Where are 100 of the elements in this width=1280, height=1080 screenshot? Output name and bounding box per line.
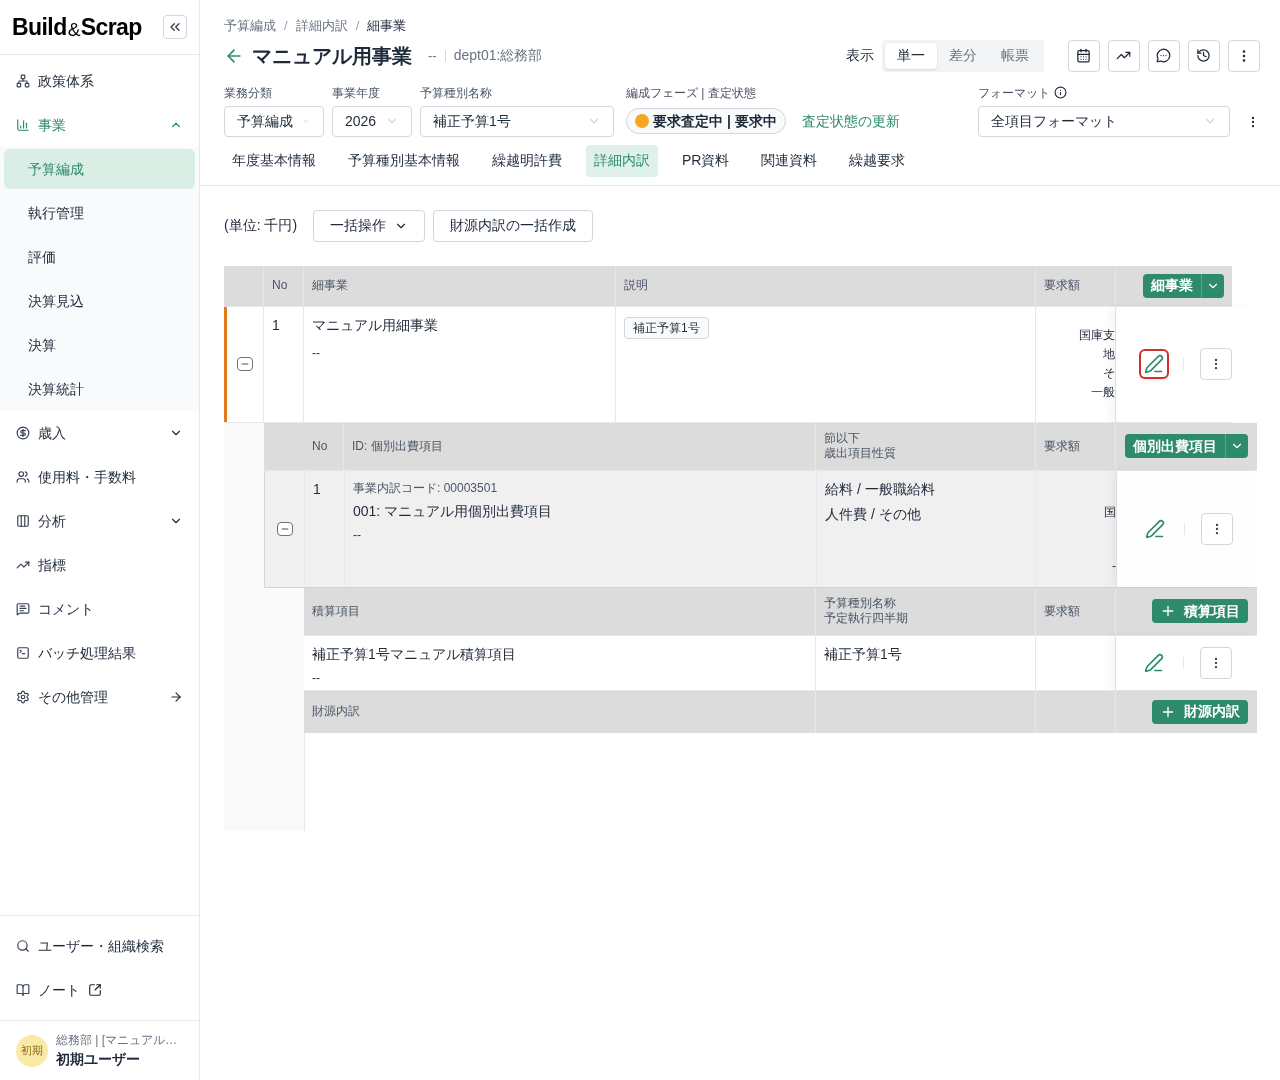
budget-tag: 補正予算1号 <box>624 316 709 339</box>
chat-icon <box>16 602 30 616</box>
plus-icon <box>1160 603 1176 619</box>
tab[interactable]: 繰越要求 <box>841 144 914 177</box>
select-field[interactable]: 2026 <box>332 105 412 137</box>
field-label: フォーマット <box>977 84 1050 102</box>
table-cell-text: -- <box>312 669 321 687</box>
nav-item[interactable]: コメント <box>0 587 199 631</box>
nav-item[interactable]: ユーザー・組織検索 <box>0 924 199 968</box>
select-field[interactable]: 全項目フォーマット <box>977 105 1230 137</box>
collapse-toggle[interactable] <box>237 357 253 371</box>
collapse-button[interactable] <box>163 15 187 39</box>
column-header: 予算種別名称 <box>824 596 897 611</box>
trend-button[interactable] <box>1107 39 1140 72</box>
nav-subitem[interactable]: 決算統計 <box>4 369 195 409</box>
column-header: ID: 個別出費項目 <box>344 422 816 470</box>
column-header: 要求額 <box>1036 265 1116 306</box>
nav-item[interactable]: 指標 <box>0 543 199 587</box>
table-cell-text: -- <box>353 526 362 544</box>
logo: Build&Scrap <box>12 12 142 42</box>
table-cell: 補正予算1号 <box>816 635 1036 690</box>
collapse-toggle[interactable] <box>276 521 293 536</box>
amount-text: 国庫支 <box>1079 327 1115 344</box>
users-icon <box>16 470 30 484</box>
pencil-icon <box>1143 652 1164 673</box>
calendar-button[interactable] <box>1067 39 1100 72</box>
user-name: 初期ユーザー <box>56 1050 141 1069</box>
add-button[interactable]: 財源内訳 <box>1152 699 1248 724</box>
nav-item[interactable]: バッチ処理結果 <box>0 631 199 675</box>
expense-item-name: 001: マニュアル用個別出費項目 <box>353 501 554 521</box>
column-header: No <box>264 265 304 306</box>
hierarchy-icon <box>16 74 30 88</box>
tab[interactable]: 年度基本情報 <box>224 144 324 177</box>
tab[interactable]: PR資料 <box>674 144 738 177</box>
tab[interactable]: 関連資料 <box>753 144 826 177</box>
nav-subitem[interactable]: 決算 <box>4 325 195 365</box>
select-field[interactable]: 補正予算1号 <box>420 105 614 137</box>
tab[interactable]: 予算種別基本情報 <box>340 144 468 177</box>
bulk-action-button[interactable]: 一括操作 <box>313 209 426 242</box>
nav-subitem[interactable]: 予算編成 <box>4 149 195 189</box>
nav-item[interactable]: 政策体系 <box>0 59 199 103</box>
book-icon <box>16 983 30 997</box>
edit-button[interactable] <box>1140 351 1167 377</box>
nav-subitem[interactable]: 執行管理 <box>4 193 195 233</box>
breadcrumb-item: 細事業 <box>367 17 407 35</box>
view-label: 表示 <box>845 46 874 65</box>
history-button[interactable] <box>1187 39 1220 72</box>
view-option[interactable]: 帳票 <box>988 42 1041 69</box>
info-icon <box>1053 86 1067 99</box>
table-cell: 1 <box>305 470 345 587</box>
nav-subitem[interactable]: 決算見込 <box>4 281 195 321</box>
page-title: マニュアル用事業 <box>252 43 412 69</box>
chat-button[interactable] <box>1147 39 1180 72</box>
breadcrumb-separator: / <box>284 17 288 35</box>
nav-item[interactable]: 事業 <box>0 103 199 147</box>
nav-item[interactable]: 分析 <box>0 499 199 543</box>
status-update-link[interactable]: 査定状態の更新 <box>801 110 900 132</box>
amount-text: そ <box>1103 365 1115 382</box>
column-header: 歳出項目性質 <box>824 446 897 461</box>
nav-item[interactable]: 歳入 <box>0 411 199 455</box>
nav-subitem[interactable]: 評価 <box>4 237 195 277</box>
breadcrumb-item[interactable]: 予算編成 <box>224 16 276 36</box>
view-option[interactable]: 差分 <box>936 42 989 69</box>
breadcrumb-item[interactable]: 詳細内訳 <box>295 16 348 36</box>
add-button[interactable]: 積算項目 <box>1152 599 1248 623</box>
tab[interactable]: 詳細内訳 <box>586 144 658 177</box>
search-icon <box>16 939 30 953</box>
expense-property: 人件費 / その他 <box>825 504 922 524</box>
history-icon <box>1196 48 1212 63</box>
calendar-icon <box>1076 48 1092 63</box>
nav-item[interactable]: 使用料・手数料 <box>0 455 199 499</box>
pencil-icon <box>1143 354 1164 374</box>
business-code: -- <box>428 46 437 65</box>
field-label: 業務分類 <box>224 84 273 102</box>
code-text: 事業内訳コード: 00003501 <box>353 479 499 497</box>
department: dept01:総務部 <box>453 46 543 65</box>
amount-text: 地 <box>1103 346 1115 363</box>
column-header: 積算項目 <box>304 587 816 635</box>
pencil-icon <box>1144 518 1165 539</box>
column-header: 細事業 <box>304 265 616 306</box>
column-header: 財源内訳 <box>304 690 816 733</box>
nav-item[interactable]: その他管理 <box>0 675 199 719</box>
tab[interactable]: 繰越明許費 <box>484 144 570 177</box>
add-dropdown-button[interactable]: 細事業 <box>1143 273 1224 298</box>
amount-text: 国 <box>1104 503 1116 521</box>
bulk-create-button[interactable]: 財源内訳の一括作成 <box>433 209 594 242</box>
column-header: 予定執行四半期 <box>824 611 909 626</box>
nav-item[interactable]: ノート <box>0 968 199 1012</box>
field-label: 編成フェーズ | 査定状態 <box>626 84 757 102</box>
column-header: No <box>304 422 344 470</box>
add-dropdown-button[interactable]: 個別出費項目 <box>1125 434 1248 458</box>
select-field[interactable]: 予算編成 <box>224 105 324 137</box>
view-option[interactable]: 単一 <box>884 42 937 69</box>
terminal-icon <box>16 646 30 660</box>
breadcrumb-separator: / <box>355 17 360 35</box>
column-header: 説明 <box>616 265 1036 306</box>
settings-icon <box>16 690 30 704</box>
user-org: 総務部 | [マニュアル… <box>56 1032 178 1049</box>
columns-icon <box>16 514 30 528</box>
bar-chart-icon <box>16 118 30 132</box>
